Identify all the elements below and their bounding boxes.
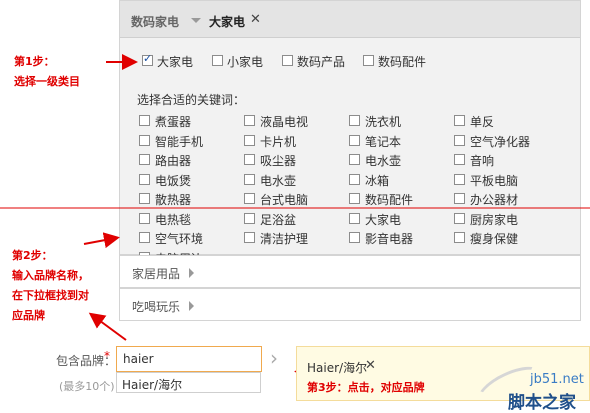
step3-annotation: 第3步：点击，对应品牌 — [307, 381, 425, 394]
required-mark: * — [104, 349, 110, 363]
brand-hint: (最多10个) — [59, 380, 115, 393]
suggestion-label: Haier/海尔 — [122, 378, 183, 392]
brand-suggestion-item[interactable]: Haier/海尔 — [116, 372, 261, 393]
step1-annotation: 第1步： 选择一级类目 — [14, 55, 80, 88]
selected-brand-tag: Haier/海尔 — [307, 361, 368, 375]
arrow-step2a — [83, 232, 120, 249]
arrow-step2b — [88, 312, 127, 341]
chevron-right-icon[interactable]: › — [270, 346, 278, 370]
step2-annotation: 第2步： 输入品牌名称， 在下拉框找到对 应品牌 — [12, 249, 89, 322]
remove-brand-icon[interactable]: ✕ — [365, 358, 376, 373]
watermark-name: 脚本之家 — [508, 393, 576, 413]
brand-input[interactable] — [116, 346, 262, 372]
watermark-site: jb51.net — [530, 372, 584, 387]
